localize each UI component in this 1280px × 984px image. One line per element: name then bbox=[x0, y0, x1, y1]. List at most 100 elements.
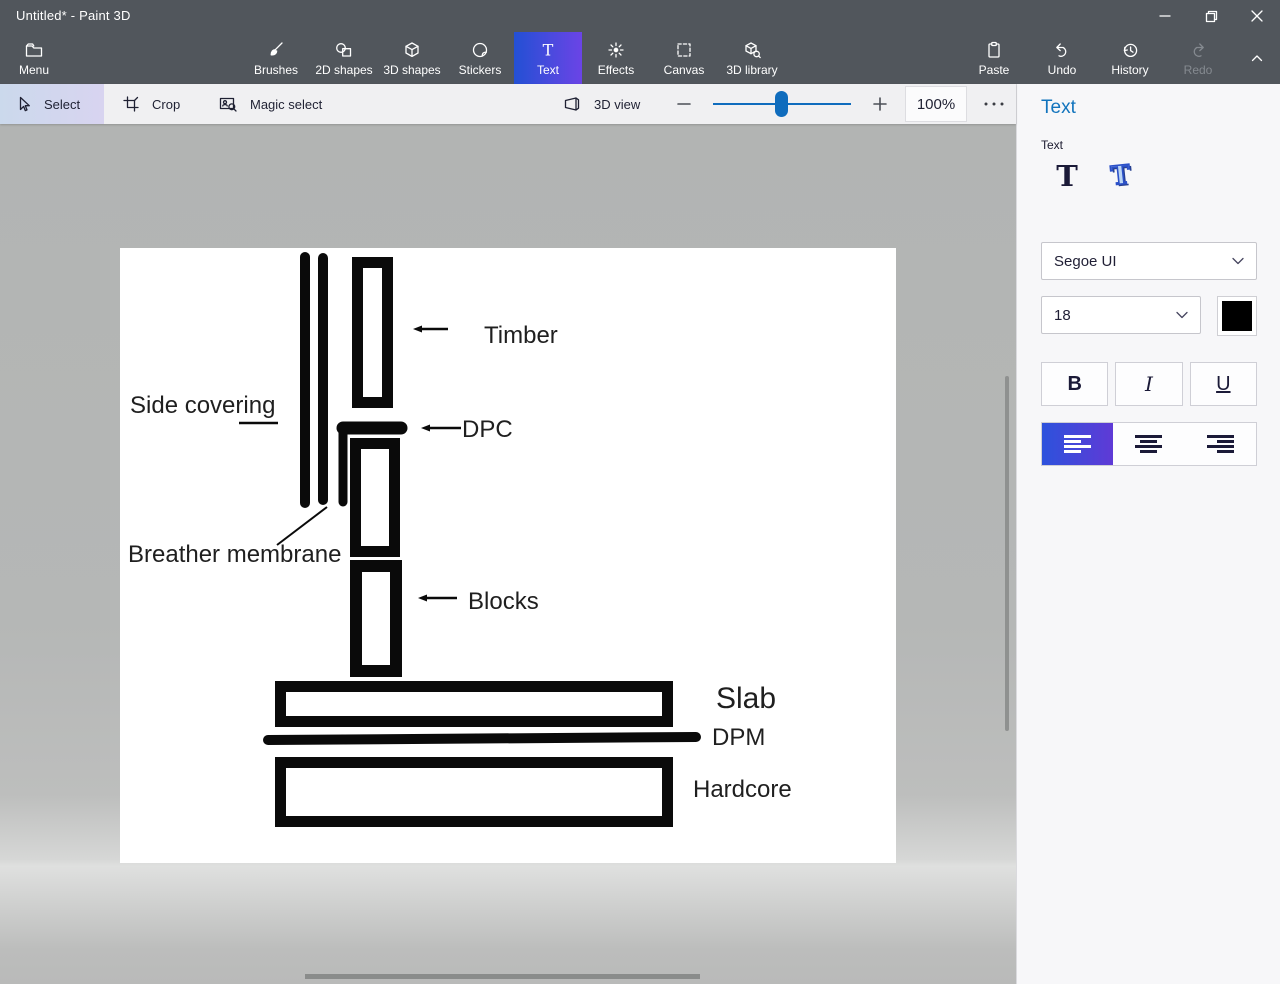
magic-select-label: Magic select bbox=[250, 97, 322, 112]
more-options-button[interactable] bbox=[980, 92, 1008, 116]
timber-arrowhead bbox=[413, 326, 422, 333]
select-cursor-icon bbox=[14, 95, 32, 113]
redo-button[interactable]: Redo bbox=[1164, 32, 1232, 84]
titlebar: Untitled* - Paint 3D bbox=[0, 0, 1280, 32]
label-slab: Slab bbox=[716, 682, 776, 717]
drawing-canvas[interactable]: Side covering Timber DPC Breather membra… bbox=[120, 248, 896, 863]
breather-pointer-line bbox=[277, 507, 327, 545]
crop-label: Crop bbox=[152, 97, 180, 112]
2d-text-button[interactable]: T bbox=[1047, 158, 1087, 194]
zoom-percent-value: 100% bbox=[917, 96, 955, 113]
menu-button[interactable]: Menu bbox=[0, 32, 68, 84]
2d-shapes-icon bbox=[334, 40, 354, 60]
zoom-out-button[interactable] bbox=[672, 92, 696, 116]
tool-brushes[interactable]: Brushes bbox=[242, 32, 310, 84]
chevron-down-icon bbox=[1232, 257, 1244, 265]
select-label: Select bbox=[44, 97, 80, 112]
slab-rect bbox=[281, 687, 668, 722]
vertical-scrollbar[interactable] bbox=[1005, 376, 1009, 731]
restore-button[interactable] bbox=[1188, 0, 1234, 32]
hardcore-rect bbox=[281, 763, 668, 822]
text-group-label: Text bbox=[1041, 138, 1063, 152]
align-right-icon bbox=[1207, 435, 1234, 452]
crop-icon bbox=[122, 95, 140, 113]
tool-3d-shapes[interactable]: 3D shapes bbox=[378, 32, 446, 84]
align-left-button[interactable] bbox=[1042, 423, 1113, 465]
tool-stickers[interactable]: Stickers bbox=[446, 32, 514, 84]
svg-text:T: T bbox=[543, 40, 554, 59]
label-dpm: DPM bbox=[712, 724, 765, 752]
minus-icon bbox=[676, 96, 692, 112]
label-breather-membrane: Breather membrane bbox=[128, 541, 341, 569]
tool-canvas[interactable]: Canvas bbox=[650, 32, 718, 84]
select-tool-button[interactable]: Select bbox=[0, 84, 104, 124]
zoom-in-button[interactable] bbox=[868, 92, 892, 116]
close-button[interactable] bbox=[1234, 0, 1280, 32]
magic-select-icon bbox=[218, 95, 238, 113]
secondary-toolbar: Select Crop Magic select 3D view 100% bbox=[0, 84, 1016, 124]
history-icon bbox=[1120, 40, 1140, 60]
text-color-value bbox=[1222, 301, 1252, 331]
tool-effects[interactable]: Effects bbox=[582, 32, 650, 84]
zoom-slider-thumb[interactable] bbox=[775, 91, 788, 117]
close-icon bbox=[1251, 10, 1263, 22]
3d-library-icon bbox=[742, 40, 762, 60]
minimize-button[interactable] bbox=[1142, 0, 1188, 32]
label-side-covering: Side covering bbox=[130, 392, 275, 420]
label-blocks: Blocks bbox=[468, 588, 539, 616]
3d-shapes-icon bbox=[402, 40, 422, 60]
3d-view-label: 3D view bbox=[594, 97, 640, 112]
underline-button[interactable]: U bbox=[1190, 362, 1257, 406]
alignment-buttons bbox=[1041, 422, 1257, 466]
bold-button[interactable]: B bbox=[1041, 362, 1108, 406]
3d-view-button[interactable]: 3D view bbox=[548, 84, 654, 124]
undo-icon bbox=[1052, 40, 1072, 60]
italic-button[interactable]: I bbox=[1115, 362, 1182, 406]
tool-3d-library[interactable]: 3D library bbox=[718, 32, 786, 84]
paste-icon bbox=[984, 40, 1004, 60]
tool-2d-shapes[interactable]: 2D shapes bbox=[310, 32, 378, 84]
history-button[interactable]: History bbox=[1096, 32, 1164, 84]
ellipsis-icon bbox=[983, 101, 1005, 107]
dpc-arrowhead bbox=[421, 425, 430, 432]
chevron-up-icon bbox=[1249, 50, 1265, 66]
window-controls bbox=[1142, 0, 1280, 32]
workspace: Side covering Timber DPC Breather membra… bbox=[0, 124, 1016, 984]
horizontal-scrollbar[interactable] bbox=[305, 974, 700, 979]
zoom-percent-field[interactable]: 100% bbox=[905, 86, 967, 122]
2d-text-icon: T bbox=[1056, 162, 1078, 191]
dpm-line bbox=[268, 737, 696, 740]
label-timber: Timber bbox=[484, 322, 558, 350]
redo-icon bbox=[1188, 40, 1208, 60]
font-family-value: Segoe UI bbox=[1054, 253, 1117, 270]
3d-view-icon bbox=[562, 95, 582, 113]
text-style-buttons: B I U bbox=[1041, 362, 1257, 406]
font-size-dropdown[interactable]: 18 bbox=[1041, 296, 1201, 334]
label-hardcore: Hardcore bbox=[693, 776, 792, 804]
blocks-rect bbox=[356, 566, 396, 671]
ribbon: Menu Brushes 2D shapes 3D shapes Sticker… bbox=[0, 32, 1280, 84]
text-color-swatch[interactable] bbox=[1217, 296, 1257, 336]
chevron-down-icon bbox=[1176, 311, 1188, 319]
3d-text-button[interactable]: T bbox=[1099, 158, 1143, 194]
align-center-button[interactable] bbox=[1113, 423, 1184, 465]
blocks-arrowhead bbox=[418, 595, 427, 602]
stickers-icon bbox=[470, 40, 490, 60]
magic-select-button[interactable]: Magic select bbox=[204, 84, 336, 124]
align-right-button[interactable] bbox=[1185, 423, 1256, 465]
crop-tool-button[interactable]: Crop bbox=[108, 84, 194, 124]
tool-text[interactable]: T Text bbox=[514, 32, 582, 84]
undo-button[interactable]: Undo bbox=[1028, 32, 1096, 84]
canvas-icon bbox=[674, 40, 694, 60]
effects-icon bbox=[606, 40, 626, 60]
3d-text-icon: T bbox=[1110, 162, 1132, 190]
align-center-icon bbox=[1135, 435, 1162, 452]
text-icon: T bbox=[538, 40, 558, 60]
font-family-dropdown[interactable]: Segoe UI bbox=[1041, 242, 1257, 280]
collapse-ribbon-button[interactable] bbox=[1234, 32, 1280, 84]
timber-rect bbox=[358, 263, 388, 403]
paste-button[interactable]: Paste bbox=[960, 32, 1028, 84]
label-dpc: DPC bbox=[462, 416, 513, 444]
upper-block-rect bbox=[356, 444, 395, 552]
restore-icon bbox=[1205, 10, 1218, 23]
